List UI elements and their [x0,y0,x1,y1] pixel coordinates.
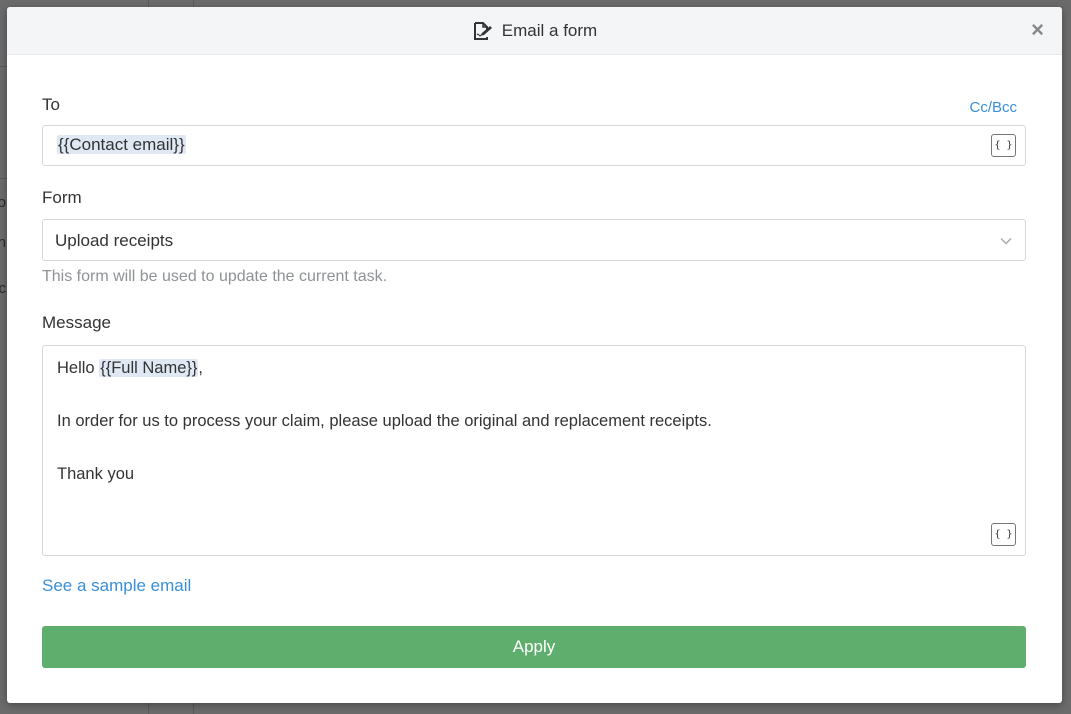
full-name-token: {{Full Name}} [99,359,199,377]
dialog-title-group: Email a form [472,21,597,41]
dialog-title: Email a form [501,20,598,40]
message-textarea[interactable]: Hello {{Full Name}}, In order for us to … [42,345,1026,556]
message-body-line: In order for us to process your claim, p… [57,412,712,430]
to-label: To [42,95,60,114]
message-content: Hello {{Full Name}}, In order for us to … [57,355,712,488]
apply-button[interactable]: Apply [42,626,1026,668]
background-text-fragment: n [0,236,6,250]
close-button[interactable]: × [1031,18,1044,42]
cc-bcc-link[interactable]: Cc/Bcc [969,99,1017,116]
sample-email-link[interactable]: See a sample email [42,576,191,596]
chevron-down-icon [1000,237,1012,245]
form-edit-icon [472,21,492,41]
form-help-text: This form will be used to update the cur… [42,268,388,285]
to-input[interactable]: {{Contact email}} { } [42,125,1026,166]
contact-email-token: {{Contact email}} [57,135,186,154]
message-closing-line: Thank you [57,465,135,483]
email-form-dialog: Email a form × To Cc/Bcc {{Contact email… [7,7,1062,703]
background-text-fragment: c [0,282,6,296]
background-text-fragment: o [0,196,6,210]
form-select-value: Upload receipts [55,231,174,250]
insert-variable-button[interactable]: { } [991,134,1016,157]
message-label: Message [42,313,111,332]
message-greeting-line: Hello {{Full Name}}, [57,359,204,377]
form-label: Form [42,188,82,207]
form-select[interactable]: Upload receipts [42,219,1026,261]
to-value: {{Contact email}} [57,135,186,155]
dialog-header: Email a form × [7,7,1062,55]
insert-variable-button[interactable]: { } [991,523,1016,546]
